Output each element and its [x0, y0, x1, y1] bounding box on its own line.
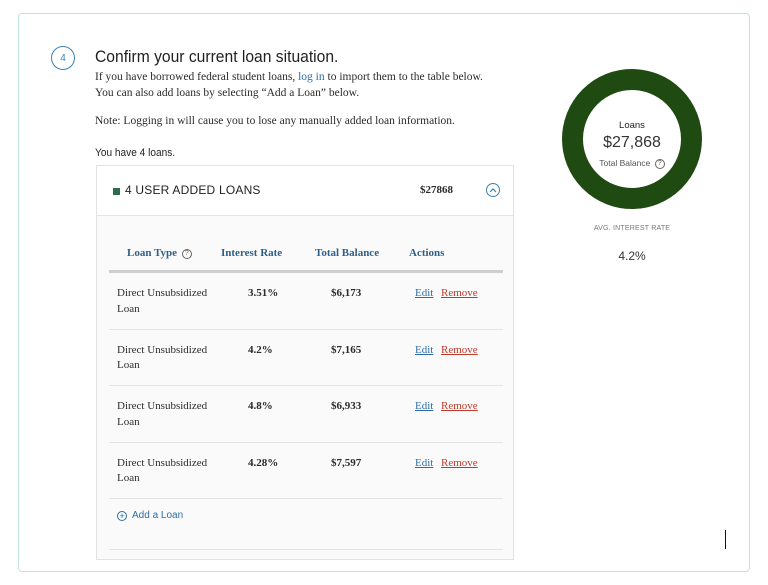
intro-text: If you have borrowed federal student loa… [95, 70, 525, 101]
interest-rate-cell: 3.51% [248, 287, 279, 299]
total-balance-text: Total Balance [599, 158, 651, 168]
loans-panel: 4 USER ADDED LOANS $27868 Loan Type ? In… [96, 165, 514, 560]
balance-cell: $6,173 [331, 287, 362, 299]
avg-interest-rate-label: AVG. INTEREST RATE [593, 225, 671, 232]
interest-rate-cell: 4.2% [248, 343, 273, 356]
table-row: Direct Unsubsidized Loan 4.8% $6,933 Edi… [109, 386, 503, 443]
edit-loan-link[interactable]: Edit [415, 400, 433, 412]
header-actions: Actions [409, 247, 445, 259]
group-color-marker [113, 188, 120, 195]
total-balance-amount: $27,868 [603, 134, 661, 151]
edit-loan-link[interactable]: Edit [415, 344, 433, 356]
avg-interest-rate-value: 4.2% [618, 249, 646, 263]
page-title: Confirm your current loan situation. [95, 47, 339, 66]
interest-rate-cell: 4.28% [248, 456, 279, 469]
loans-table-header: Loan Type ? Interest Rate Total Balance … [109, 238, 503, 273]
divider [109, 549, 503, 550]
add-loan-button[interactable]: + Add a Loan [117, 510, 183, 521]
add-loan-label: Add a Loan [132, 510, 184, 521]
table-row: Direct Unsubsidized Loan 4.28% $7,597 Ed… [109, 443, 503, 499]
edit-loan-link[interactable]: Edit [415, 287, 433, 299]
total-balance-donut: Loans $27,868 Total Balance ? [562, 69, 702, 209]
donut-title: Loans [619, 120, 645, 131]
question-circle-icon[interactable]: ? [181, 249, 192, 259]
balance-cell: $7,597 [331, 456, 362, 469]
loan-count: You have 4 loans. [95, 147, 176, 159]
table-row: Direct Unsubsidized Loan 4.2% $7,165 Edi… [109, 330, 503, 386]
remove-loan-link[interactable]: Remove [441, 400, 478, 412]
balance-cell: $6,933 [331, 400, 362, 412]
intro-line2: You can also add loans by selecting “Add… [95, 86, 360, 99]
chevron-up-circle-icon[interactable] [486, 183, 500, 197]
table-row: Direct Unsubsidized Loan 3.51% $6,173 Ed… [109, 273, 503, 330]
loans-group-label: 4 USER ADDED LOANS [125, 183, 261, 197]
plus-circle-icon: + [117, 510, 127, 521]
step-number-badge: 4 [51, 46, 75, 70]
loan-situation-card: 4 Confirm your current loan situation. I… [18, 13, 750, 572]
interest-rate-cell: 4.8% [248, 400, 273, 412]
question-circle-icon[interactable]: ? [654, 159, 665, 169]
total-balance-label: Total Balance ? [583, 158, 681, 169]
login-link[interactable]: log in [298, 71, 325, 83]
header-loan-type: Loan Type ? [127, 247, 192, 259]
loan-type-cell: Direct Unsubsidized Loan [117, 343, 208, 372]
loan-type-cell: Direct Unsubsidized Loan [117, 287, 208, 315]
loans-panel-header[interactable]: 4 USER ADDED LOANS $27868 [97, 166, 513, 216]
login-note: Note: Logging in will cause you to lose … [95, 115, 455, 127]
loans-table: Loan Type ? Interest Rate Total Balance … [109, 238, 503, 499]
remove-loan-link[interactable]: Remove [441, 344, 478, 356]
header-interest-rate: Interest Rate [221, 247, 283, 259]
remove-loan-link[interactable]: Remove [441, 457, 478, 469]
loan-type-cell: Direct Unsubsidized Loan [117, 400, 208, 428]
balance-cell: $7,165 [331, 343, 362, 356]
intro-line1-start: If you have borrowed federal student loa… [95, 71, 299, 83]
loans-group-total: $27868 [420, 184, 453, 196]
text-cursor [725, 530, 726, 549]
edit-loan-link[interactable]: Edit [415, 457, 433, 469]
remove-loan-link[interactable]: Remove [441, 287, 478, 299]
header-loan-type-label: Loan Type [127, 247, 178, 259]
intro-line1-end: to import them to the table below. [324, 71, 483, 83]
loan-type-cell: Direct Unsubsidized Loan [117, 456, 208, 485]
header-total-balance: Total Balance [315, 247, 380, 259]
